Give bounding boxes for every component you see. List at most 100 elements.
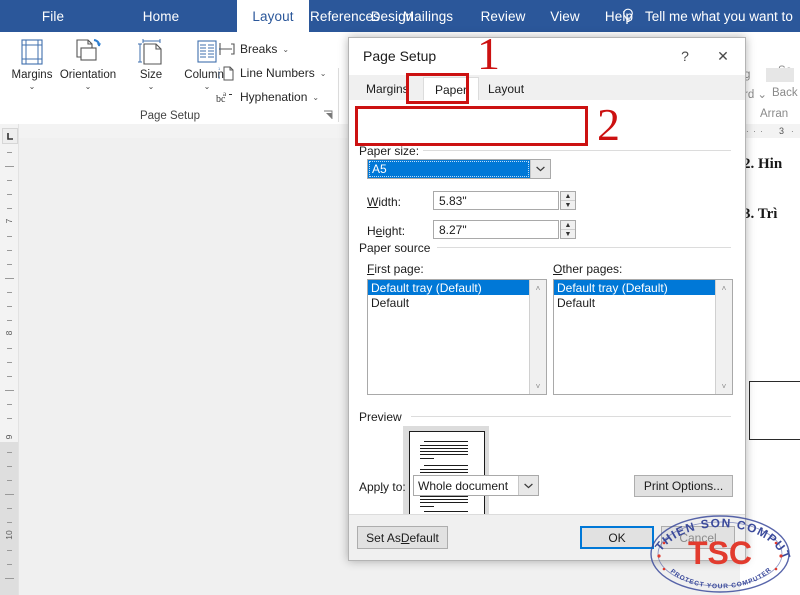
ribbon-tab-view[interactable]: View: [534, 0, 596, 32]
svg-text:3: 3: [218, 75, 221, 80]
hyphenation-button[interactable]: bc a Hyphenation ⌄: [216, 86, 319, 108]
width-label: Width:: [367, 195, 401, 209]
first-page-listbox[interactable]: Default tray (Default) Default ˄ ˅: [367, 279, 547, 395]
line-numbers-icon: 1 2 3: [216, 64, 236, 82]
page-setup-group-label: Page Setup: [0, 110, 340, 122]
close-icon[interactable]: ✕: [709, 43, 737, 69]
margins-icon: [17, 35, 47, 69]
watermark-main-text: TSC: [688, 535, 752, 571]
print-options-button[interactable]: Print Options...: [634, 475, 733, 497]
ribbon-tab-references[interactable]: References: [302, 0, 388, 32]
ribbon-clip-swatch: [766, 68, 794, 82]
height-field[interactable]: 8.27": [433, 220, 559, 239]
preview-group-label: Preview: [359, 410, 402, 424]
height-stepper[interactable]: ▲ ▼: [560, 220, 576, 239]
other-pages-scrollbar[interactable]: ˄ ˅: [715, 280, 732, 394]
left-tab-stop-icon[interactable]: [2, 128, 18, 144]
breaks-button[interactable]: Breaks ⌄: [216, 38, 289, 60]
first-page-scrollbar[interactable]: ˄ ˅: [529, 280, 546, 394]
width-stepper-down[interactable]: ▼: [561, 201, 575, 209]
ribbon-tab-home[interactable]: Home: [124, 0, 198, 32]
hyphenation-icon: bc a: [216, 88, 236, 106]
svg-text:a: a: [223, 90, 227, 98]
orientation-icon: [72, 35, 104, 69]
breaks-caret-icon: ⌄: [282, 45, 289, 54]
page-setup-dialog-launcher[interactable]: [322, 110, 333, 121]
orientation-label: Orientation: [60, 69, 116, 81]
apply-to-combo[interactable]: Whole document: [413, 475, 539, 496]
ribbon-tab-bar: File Home Insert Design References Maili…: [0, 0, 800, 32]
height-stepper-up[interactable]: ▲: [561, 221, 575, 230]
breaks-icon: [216, 40, 236, 58]
orientation-button[interactable]: Orientation ⌄: [50, 35, 126, 101]
scroll-up-icon[interactable]: ˄: [530, 280, 546, 296]
scroll-down-icon[interactable]: ˅: [530, 378, 546, 394]
vruler-number-7: 7: [4, 215, 14, 227]
apply-to-value: Whole document: [414, 476, 518, 495]
paper-size-group-label: Paper size:: [359, 144, 419, 158]
hyphenation-caret-icon: ⌄: [312, 93, 319, 102]
line-numbers-button[interactable]: 1 2 3 Line Numbers ⌄: [216, 62, 326, 84]
size-label: Size: [140, 69, 162, 81]
height-stepper-down[interactable]: ▼: [561, 230, 575, 238]
first-page-label: First page:: [367, 262, 424, 276]
margins-label: Margins: [12, 69, 53, 81]
vruler-number-10: 10: [4, 529, 14, 541]
breaks-label: Breaks: [240, 42, 277, 56]
apply-to-label: Apply to:: [359, 480, 406, 494]
horizontal-ruler-right-segment[interactable]: · · · 3 ·: [741, 124, 800, 138]
list-item[interactable]: Default tray (Default): [368, 280, 546, 295]
document-line-2: 2. Hin: [743, 156, 782, 173]
size-button[interactable]: Size ⌄: [126, 35, 176, 101]
ribbon-tab-layout[interactable]: Layout: [237, 0, 309, 32]
tell-me-label: Tell me what you want to: [645, 9, 793, 24]
annotation-number-1: 1: [477, 31, 500, 77]
hyphenation-label: Hyphenation: [240, 90, 307, 104]
tell-me-search[interactable]: Tell me what you want to: [619, 0, 793, 32]
width-stepper-up[interactable]: ▲: [561, 192, 575, 201]
paper-source-group-rule: [437, 247, 731, 248]
tab-layout[interactable]: Layout: [477, 77, 535, 100]
paper-size-combo[interactable]: A5: [367, 159, 551, 179]
size-caret-icon: ⌄: [148, 82, 155, 91]
preview-group-rule: [411, 416, 731, 417]
other-pages-label: Other pages:: [553, 262, 622, 276]
dialog-title: Page Setup: [363, 48, 436, 64]
columns-caret-icon: ⌄: [204, 82, 211, 91]
height-label: Height:: [367, 224, 405, 238]
ribbon-clip-text-back: Back: [772, 87, 798, 99]
chevron-down-icon[interactable]: [530, 160, 550, 178]
scroll-up-icon[interactable]: ˄: [716, 280, 732, 296]
annotation-box-paper-size: [355, 106, 588, 146]
list-item[interactable]: Default: [368, 295, 546, 310]
width-stepper[interactable]: ▲ ▼: [560, 191, 576, 210]
paper-source-group-label: Paper source: [359, 241, 430, 255]
other-pages-listbox[interactable]: Default tray (Default) Default ˄ ˅: [553, 279, 733, 395]
paper-size-value: A5: [368, 160, 530, 178]
dialog-title-bar[interactable]: Page Setup ? ✕: [349, 38, 745, 75]
vruler-number-9: 9: [4, 431, 14, 443]
vertical-ruler-margin-shade: [0, 442, 18, 595]
ribbon-tab-mailings[interactable]: Mailings: [388, 0, 468, 32]
chevron-down-icon[interactable]: [518, 476, 538, 495]
dialog-body: Paper size: A5 Width: 5.83" ▲ ▼ Height: …: [349, 100, 745, 537]
scroll-down-icon[interactable]: ˅: [716, 378, 732, 394]
margins-caret-icon: ⌄: [29, 82, 36, 91]
help-button[interactable]: ?: [671, 43, 699, 69]
annotation-number-2: 2: [597, 102, 620, 148]
paper-size-group-rule: [423, 150, 731, 151]
document-line-3: 3. Trì: [743, 206, 777, 223]
watermark-logo: THIEN SON COMPUTER TSC PROTECT YOUR COMP…: [645, 512, 795, 595]
annotation-box-paper-tab: [406, 73, 469, 104]
list-item[interactable]: Default tray (Default): [554, 280, 732, 295]
ok-button[interactable]: OK: [580, 526, 654, 549]
ribbon-tab-file[interactable]: File: [22, 0, 84, 32]
vertical-ruler[interactable]: 7 8 9 10: [0, 124, 19, 595]
document-table-vline: [749, 381, 750, 439]
ribbon-clip-text-arrange: Arran: [760, 108, 788, 120]
set-as-default-button[interactable]: Set As Default: [357, 526, 448, 549]
ruler-number-3: 3: [779, 126, 784, 136]
width-field[interactable]: 5.83": [433, 191, 559, 210]
orientation-caret-icon: ⌄: [85, 82, 92, 91]
list-item[interactable]: Default: [554, 295, 732, 310]
